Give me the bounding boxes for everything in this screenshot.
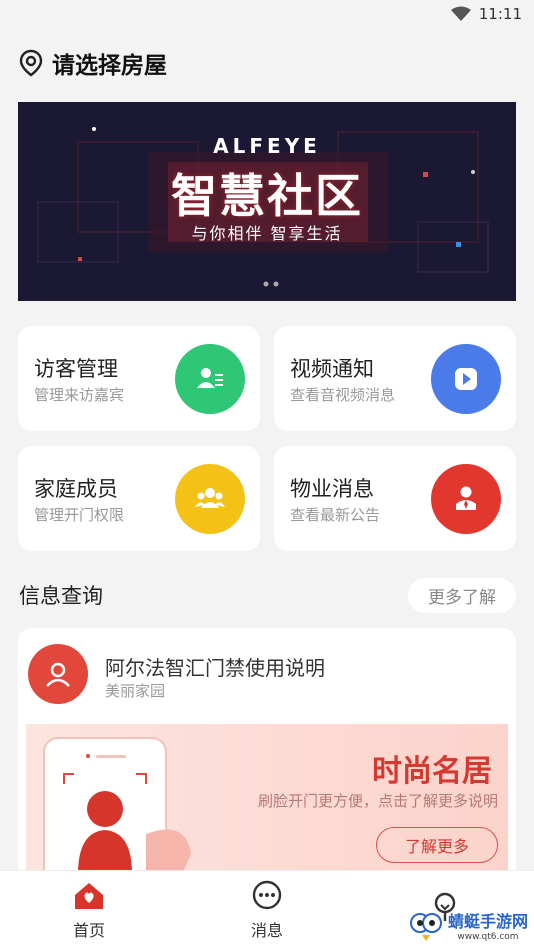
manager-icon [456,486,476,510]
card-title: 家庭成员 [34,477,118,501]
face-scan-illustration [43,737,191,888]
dragonfly-logo-icon [409,913,442,941]
info-card[interactable]: 阿尔法智汇门禁使用说明 美丽家园 时尚名居 刷脸开门更方便，点击了解更多说明 了… [18,628,516,888]
card-title: 物业消息 [290,477,374,501]
status-bar: 11:11 [0,0,534,28]
wifi-icon [450,6,471,21]
info-subtitle: 美丽家园 [105,682,166,700]
tab-label: 首页 [72,921,105,940]
watermark-url: www.qt6.com [457,932,519,942]
promo-subtitle: 刷脸开门更方便，点击了解更多说明 [257,792,498,810]
property-messages-card[interactable]: 物业消息 查看最新公告 [274,446,516,551]
group-icon [195,488,225,508]
banner-brand: ALFEYE [213,134,321,158]
visitor-management-card[interactable]: 访客管理 管理来访嘉宾 [18,326,260,431]
tab-home[interactable]: 首页 [0,871,178,949]
promo-banner[interactable]: 时尚名居 刷脸开门更方便，点击了解更多说明 了解更多 [26,724,508,888]
card-title: 访客管理 [34,357,118,381]
tab-label: 消息 [250,921,283,940]
property-card-icon-circle [431,464,501,534]
card-subtitle: 查看最新公告 [290,506,381,524]
visitor-card-icon [197,368,223,388]
info-title: 阿尔法智汇门禁使用说明 [105,656,325,680]
user-circle-icon [46,662,70,687]
video-card-icon-circle [431,344,501,414]
banner-tagline: 与你相伴 智享生活 [191,224,343,243]
location-pin-icon [19,49,43,77]
house-selector[interactable]: 请选择房屋 [0,28,534,98]
more-info-button[interactable]: 更多了解 [408,578,516,613]
visitor-card-icon-circle [175,344,245,414]
card-subtitle: 管理开门权限 [34,506,125,524]
info-avatar [28,644,88,704]
watermark-text: 蜻蜓手游网 [447,912,528,931]
promo-title: 时尚名居 [372,754,492,789]
message-icon [252,880,282,910]
status-time: 11:11 [478,5,522,23]
video-notification-card[interactable]: 视频通知 查看音视频消息 [274,326,516,431]
section-title: 信息查询 [19,584,103,608]
home-icon [75,883,103,909]
play-icon [455,368,477,390]
family-card-icon-circle [175,464,245,534]
watermark: 蜻蜓手游网 www.qt6.com [408,907,528,943]
banner[interactable]: ALFEYE 智慧社区 与你相伴 智享生活 [18,102,516,301]
card-title: 视频通知 [290,357,374,381]
page-title: 请选择房屋 [52,53,167,79]
banner-headline: 智慧社区 [171,169,363,223]
learn-more-button[interactable]: 了解更多 [376,827,498,863]
card-subtitle: 查看音视频消息 [290,386,396,404]
family-members-card[interactable]: 家庭成员 管理开门权限 [18,446,260,551]
card-subtitle: 管理来访嘉宾 [34,386,125,404]
tab-messages[interactable]: 消息 [178,871,356,949]
